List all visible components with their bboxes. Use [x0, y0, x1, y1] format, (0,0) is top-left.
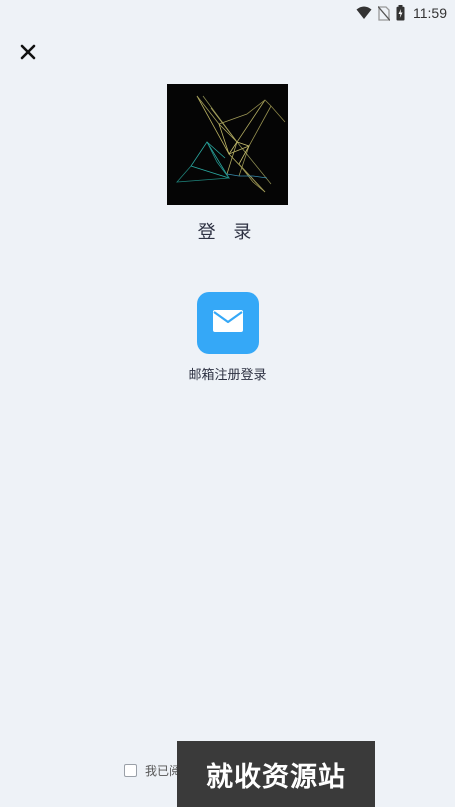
status-bar: 11:59: [0, 0, 455, 26]
email-login-tile[interactable]: [196, 292, 259, 354]
no-sim-icon: [378, 5, 390, 21]
email-login-label: 邮箱注册登录: [188, 368, 267, 383]
agreement-text[interactable]: 我已阅: [145, 762, 181, 779]
wifi-icon: [356, 6, 372, 20]
agreement: 我已阅: [124, 762, 181, 779]
status-time: 11:59: [413, 5, 447, 21]
mail-icon: [212, 310, 243, 336]
app-logo: [167, 84, 288, 205]
page-title: 登 录: [197, 222, 258, 243]
close-button[interactable]: [14, 40, 42, 68]
email-login-button[interactable]: 邮箱注册登录: [0, 292, 455, 383]
watermark-text: 就收资源站: [206, 761, 346, 793]
close-icon: [20, 44, 36, 64]
watermark: 就收资源站: [177, 741, 375, 807]
battery-icon: [396, 5, 405, 21]
agreement-checkbox[interactable]: [124, 764, 137, 777]
